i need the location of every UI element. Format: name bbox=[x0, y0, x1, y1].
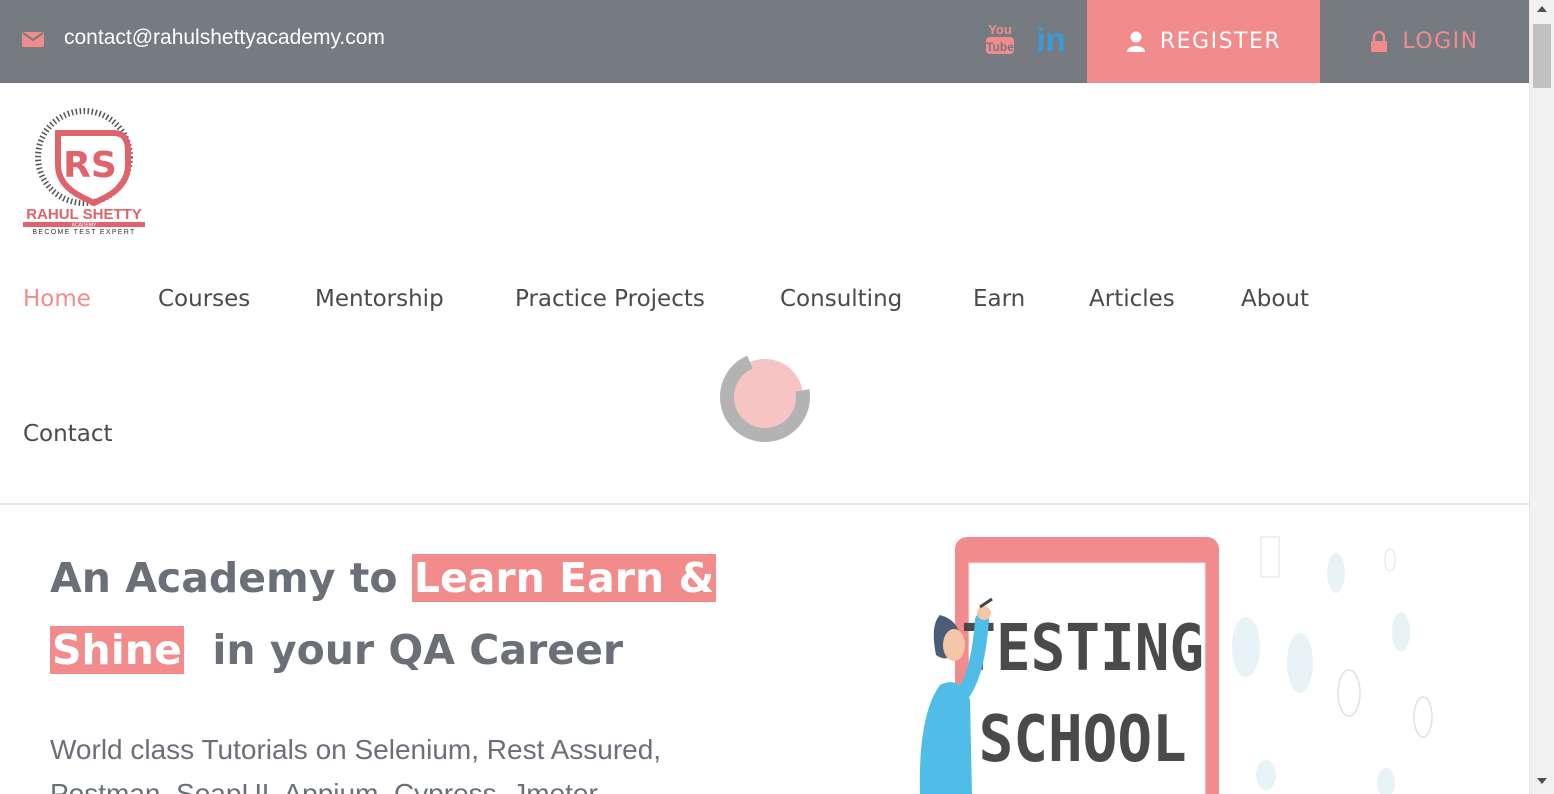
hero-title-part1: An Academy to bbox=[50, 554, 412, 602]
contact-email[interactable]: contact@rahulshettyacademy.com bbox=[64, 26, 385, 50]
svg-text:RS: RS bbox=[63, 145, 117, 186]
hero-title-part2: in your QA Career bbox=[183, 626, 624, 674]
scroll-up-arrow-icon[interactable] bbox=[1537, 6, 1547, 12]
svg-text:BECOME TEST EXPERT: BECOME TEST EXPERT bbox=[32, 229, 135, 236]
nav-practice-projects[interactable]: Practice Projects bbox=[515, 286, 705, 312]
linkedin-icon[interactable]: in bbox=[1034, 24, 1068, 54]
svg-text:in: in bbox=[1036, 24, 1065, 54]
svg-text:You: You bbox=[988, 22, 1012, 37]
user-icon bbox=[1126, 31, 1145, 52]
svg-text:TESTING: TESTING bbox=[961, 611, 1204, 686]
nav-contact[interactable]: Contact bbox=[23, 421, 112, 447]
lock-icon bbox=[1371, 30, 1388, 52]
hero-subtitle: World class Tutorials on Selenium, Rest … bbox=[50, 734, 662, 794]
header-divider bbox=[0, 503, 1529, 505]
loading-spinner-icon bbox=[720, 352, 810, 442]
hero-highlight-learn-earn: Learn Earn & bbox=[411, 554, 717, 602]
login-button[interactable]: LOGIN bbox=[1320, 0, 1529, 83]
register-button[interactable]: REGISTER bbox=[1087, 0, 1320, 83]
login-label: LOGIN bbox=[1402, 29, 1479, 54]
youtube-icon[interactable]: You Tube bbox=[984, 20, 1016, 56]
nav-earn[interactable]: Earn bbox=[973, 286, 1025, 312]
nav-courses[interactable]: Courses bbox=[158, 286, 250, 312]
nav-home[interactable]: Home bbox=[23, 286, 91, 312]
hero-highlight-shine: Shine bbox=[50, 626, 184, 674]
nav-about[interactable]: About bbox=[1241, 286, 1309, 312]
page-scrollbar[interactable] bbox=[1529, 0, 1554, 794]
svg-text:RAHUL SHETTY: RAHUL SHETTY bbox=[26, 206, 142, 223]
academy-logo[interactable]: RS RAHUL SHETTY ACADEMY BECOME TEST EXPE… bbox=[18, 105, 150, 240]
scrollbar-thumb[interactable] bbox=[1533, 24, 1551, 88]
svg-text:Tube: Tube bbox=[986, 40, 1014, 54]
mail-icon bbox=[22, 32, 44, 47]
nav-consulting[interactable]: Consulting bbox=[780, 286, 902, 312]
top-bar: contact@rahulshettyacademy.com You Tube … bbox=[0, 0, 1529, 83]
hero-title: An Academy to Learn Earn & Shine in your … bbox=[50, 542, 810, 686]
nav-mentorship[interactable]: Mentorship bbox=[315, 286, 444, 312]
svg-text:SCHOOL: SCHOOL bbox=[979, 702, 1187, 777]
testing-school-illustration: TESTING SCHOOL bbox=[919, 536, 1433, 794]
scroll-down-arrow-icon[interactable] bbox=[1537, 778, 1547, 784]
svg-text:ACADEMY: ACADEMY bbox=[72, 223, 97, 229]
register-label: REGISTER bbox=[1159, 29, 1282, 54]
nav-articles[interactable]: Articles bbox=[1089, 286, 1175, 312]
